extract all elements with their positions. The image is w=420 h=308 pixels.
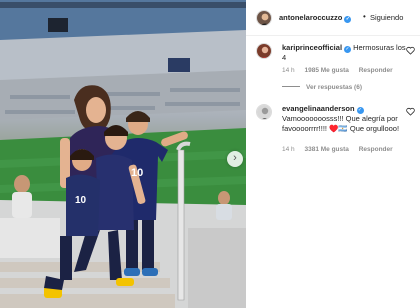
separator-dot: • [363,12,366,21]
comment-age: 14 h [282,146,295,153]
heart-icon[interactable] [406,46,415,55]
railing [177,149,185,301]
following-button[interactable]: Siguiendo [370,13,403,22]
verified-icon: ✓ [344,16,352,23]
comment-likes[interactable]: 1985 Me gusta [304,67,348,74]
verified-icon: ✓ [344,46,352,53]
comment-age: 14 h [282,67,295,74]
comment-meta: 14 h 3381 Me gusta Responder [282,146,401,153]
comment-text-block: evangelinaanderson ✓ Vamooooooosss!!! Que… [282,104,406,134]
speaker-box [48,18,68,32]
post-side-panel: antonelaroccuzzo ✓ • Siguiendo kariprince… [246,0,420,308]
heart-icon[interactable] [406,107,415,116]
comment-meta: 14 h 1985 Me gusta Responder [282,67,401,74]
chevron-right-icon: › [233,152,237,164]
comment-likes[interactable]: 3381 Me gusta [304,146,348,153]
shirt-number-right: 10 [131,167,143,179]
stadium-scene: 10 10 [0,0,246,308]
commenter-avatar[interactable] [256,43,272,59]
verified-icon: ✓ [356,107,364,114]
reply-button[interactable]: Responder [359,67,393,74]
shirt-number-left: 10 [75,195,87,206]
post-photo: 10 10 › [0,0,246,308]
author-username-wrap[interactable]: antonelaroccuzzo ✓ [279,13,352,23]
replies-divider [282,86,300,87]
view-replies-label[interactable]: Ver respuestas (6) [306,84,362,91]
commenter-avatar[interactable] [256,104,272,120]
comment-text-block: kariprinceofficial ✓ Hermosuras los 4 [282,43,406,63]
view-replies-button[interactable]: Ver respuestas (6) [282,84,362,91]
post-header: antonelaroccuzzo ✓ • Siguiendo [246,0,420,36]
author-username[interactable]: antonelaroccuzzo [279,13,342,22]
comment-username[interactable]: kariprinceofficial [282,43,342,52]
comment-text: Vamooooooosss!!! Que alegría por favoooo… [282,114,400,133]
next-photo-button[interactable]: › [227,151,243,167]
reply-button[interactable]: Responder [359,146,393,153]
comment-username[interactable]: evangelinaanderson [282,104,355,113]
author-avatar[interactable] [256,10,272,26]
scoreboard [168,58,190,72]
